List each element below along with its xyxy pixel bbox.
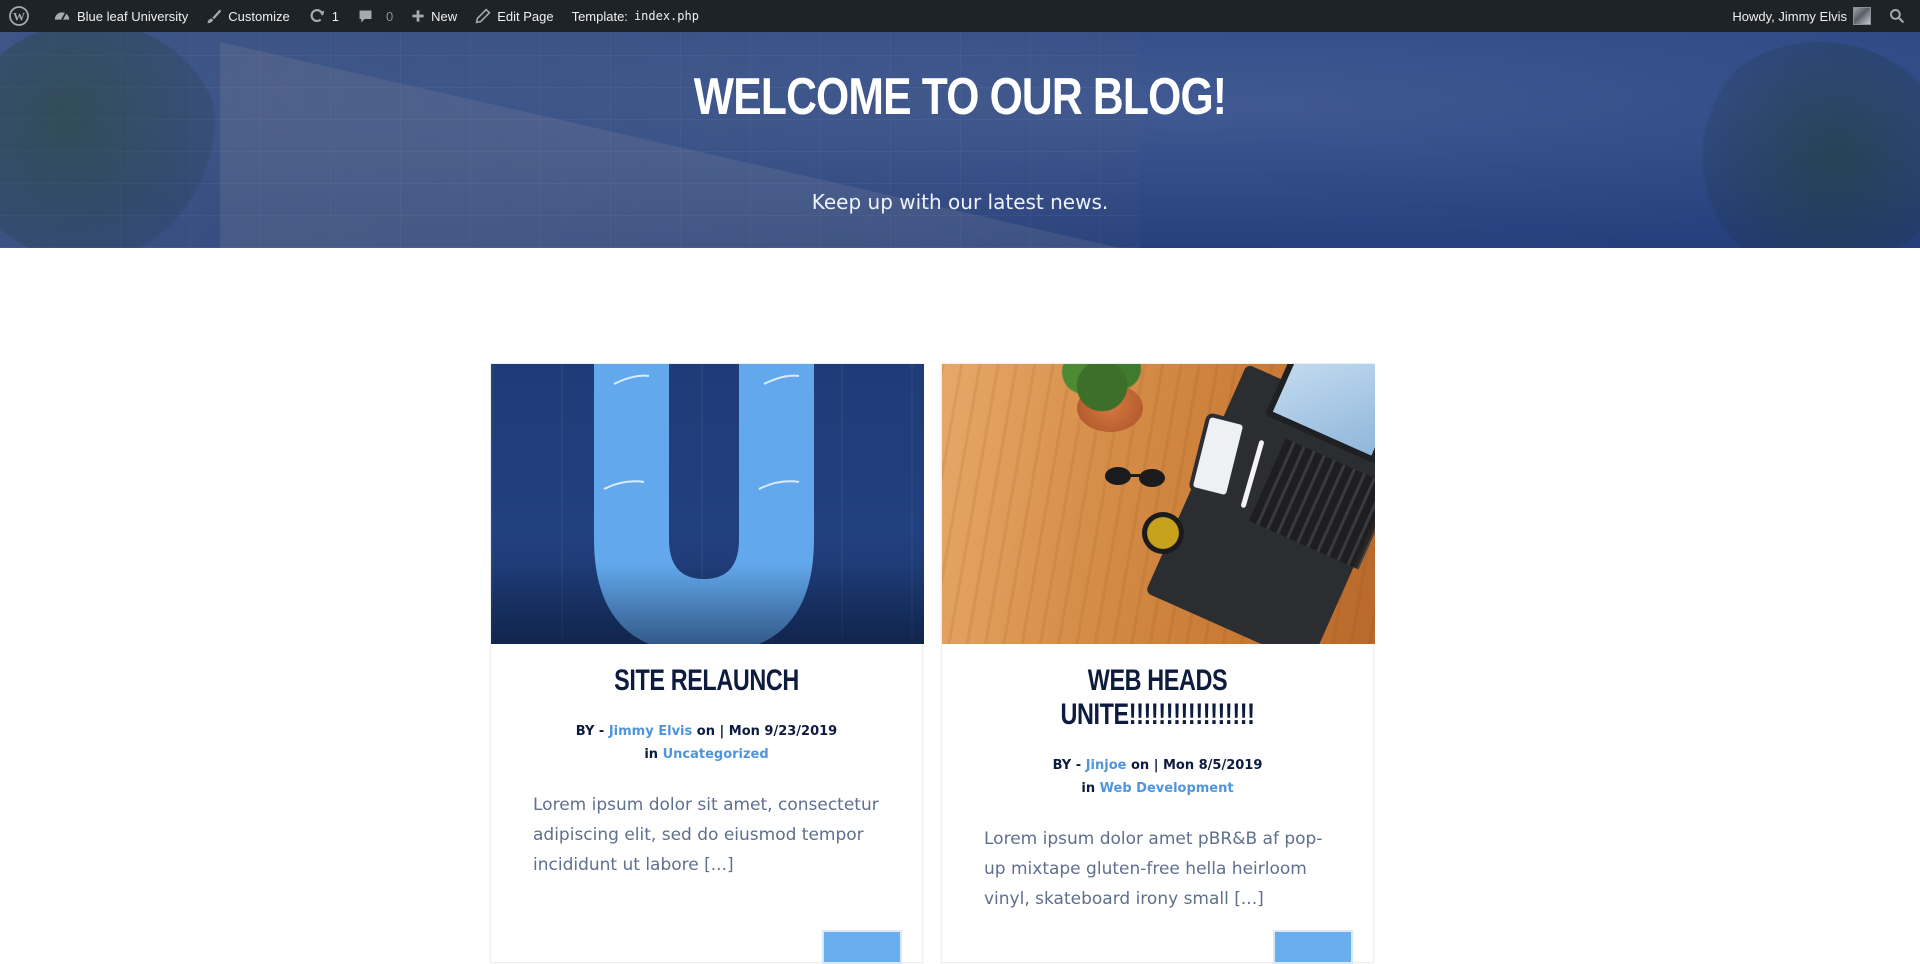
plus-icon xyxy=(412,10,424,22)
template-indicator[interactable]: Template: index.php xyxy=(563,0,708,32)
pencil-icon xyxy=(475,8,491,24)
in-label: in xyxy=(644,747,659,762)
updates-link[interactable]: 1 xyxy=(299,0,348,32)
wp-logo-menu[interactable]: W xyxy=(0,0,44,32)
wordpress-icon: W xyxy=(9,6,29,26)
in-label: in xyxy=(1081,781,1096,796)
customize-label: Customize xyxy=(228,8,290,24)
avatar xyxy=(1853,7,1871,25)
edit-page-label: Edit Page xyxy=(497,8,554,24)
post-meta: BY - Jinjoe on | Mon 8/5/2019 in Web Dev… xyxy=(942,754,1373,800)
site-name-label: Blue leaf University xyxy=(77,8,189,24)
new-content-menu[interactable]: New xyxy=(402,0,466,32)
post-thumbnail[interactable] xyxy=(942,364,1375,644)
post-title[interactable]: SITE RELAUNCH xyxy=(538,664,874,698)
comment-icon xyxy=(359,10,372,22)
my-account-menu[interactable]: Howdy, Jimmy Elvis xyxy=(1723,0,1880,32)
page-subtitle: Keep up with our latest news. xyxy=(811,190,1109,214)
coffee-mug-image xyxy=(1142,512,1184,554)
post-meta: BY - Jimmy Elvis on | Mon 9/23/2019 in U… xyxy=(491,720,922,766)
comments-count: 0 xyxy=(385,8,394,24)
by-label: BY - xyxy=(1052,758,1082,773)
post-excerpt: Lorem ipsum dolor amet pBR&B af pop-up m… xyxy=(984,829,1323,909)
read-more-button[interactable] xyxy=(1273,930,1353,964)
updates-count: 1 xyxy=(331,8,339,24)
by-label: BY - xyxy=(575,724,605,739)
category-link[interactable]: Uncategorized xyxy=(663,747,769,762)
post-thumbnail[interactable] xyxy=(491,364,924,644)
plant-image xyxy=(1057,364,1147,414)
comments-link[interactable]: 0 xyxy=(348,0,402,32)
new-label: New xyxy=(431,8,458,24)
author-link[interactable]: Jimmy Elvis xyxy=(609,724,692,739)
post-card: WEB HEADS UNITE!!!!!!!!!!!!!!!!! BY - Ji… xyxy=(941,363,1375,964)
howdy-label: Howdy, Jimmy Elvis xyxy=(1732,8,1847,24)
search-icon xyxy=(1890,9,1905,24)
posts-grid: SITE RELAUNCH BY - Jimmy Elvis on | Mon … xyxy=(490,363,1375,964)
post-title[interactable]: WEB HEADS UNITE!!!!!!!!!!!!!!!!! xyxy=(989,664,1325,732)
wp-admin-bar: W Blue leaf University Customize 1 0 New… xyxy=(0,0,1920,32)
post-date: on | Mon 9/23/2019 xyxy=(696,724,838,739)
edit-page-link[interactable]: Edit Page xyxy=(466,0,562,32)
hero-banner: WELCOME TO OUR BLOG! Keep up with our la… xyxy=(0,32,1920,248)
post-date: on | Mon 8/5/2019 xyxy=(1130,758,1263,773)
svg-text:W: W xyxy=(13,10,25,24)
brush-icon xyxy=(207,9,222,24)
post-card: SITE RELAUNCH BY - Jimmy Elvis on | Mon … xyxy=(490,363,924,964)
site-name-menu[interactable]: Blue leaf University xyxy=(44,0,197,32)
category-link[interactable]: Web Development xyxy=(1100,781,1234,796)
sunglasses-image xyxy=(1105,467,1165,487)
author-link[interactable]: Jinjoe xyxy=(1086,758,1127,773)
post-excerpt: Lorem ipsum dolor sit amet, consectetur … xyxy=(533,795,879,875)
hero-background-tree xyxy=(0,32,220,248)
page-title: WELCOME TO OUR BLOG! xyxy=(693,68,1227,126)
customize-link[interactable]: Customize xyxy=(197,0,298,32)
updates-icon xyxy=(310,9,324,23)
template-file: index.php xyxy=(633,9,699,23)
read-more-button[interactable] xyxy=(822,930,902,964)
search-toggle[interactable] xyxy=(1880,0,1920,32)
template-label: Template: xyxy=(571,8,628,24)
dashboard-icon xyxy=(54,12,70,21)
